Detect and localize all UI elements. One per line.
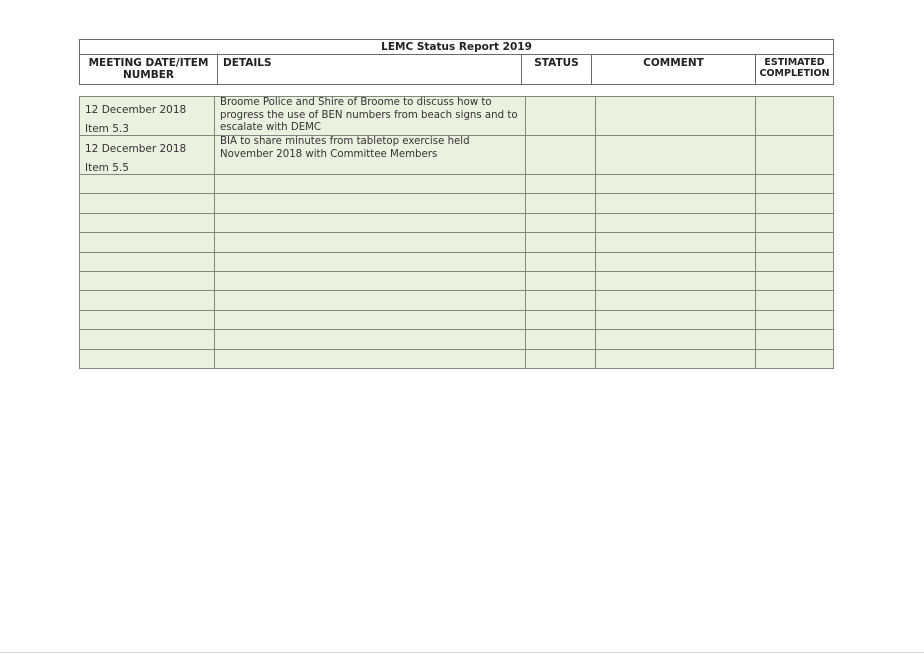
empty-cell — [214, 348, 526, 369]
comment-cell — [595, 135, 756, 175]
details-cell: BIA to share minutes from tabletop exerc… — [214, 135, 526, 175]
empty-cell — [755, 309, 834, 331]
item-number: Item 5.3 — [85, 123, 129, 135]
table-row: 12 December 2018 Item 5.3 Broome Police … — [79, 96, 834, 136]
table-row — [79, 348, 834, 369]
empty-cell — [525, 348, 596, 369]
header-comment: COMMENT — [591, 54, 756, 85]
empty-cell — [525, 251, 596, 272]
empty-cell — [755, 251, 834, 272]
empty-cell — [595, 251, 756, 272]
table-row — [79, 193, 834, 214]
empty-cell — [525, 212, 596, 234]
header-status: STATUS — [521, 54, 592, 85]
empty-cell — [214, 173, 526, 195]
empty-cell — [79, 329, 215, 350]
empty-cell — [214, 193, 526, 214]
empty-cell — [595, 290, 756, 311]
table-row — [79, 232, 834, 253]
report-title: LEMC Status Report 2019 — [78, 39, 835, 55]
table-row — [79, 290, 834, 311]
comment-cell — [595, 96, 756, 136]
report-body-table: 12 December 2018 Item 5.3 Broome Police … — [79, 96, 834, 369]
table-row — [79, 212, 834, 234]
empty-cell — [595, 193, 756, 214]
empty-cell — [595, 270, 756, 292]
empty-cell — [79, 309, 215, 331]
table-row — [79, 173, 834, 195]
estimated-completion-cell — [755, 135, 834, 175]
empty-cell — [755, 232, 834, 253]
empty-cell — [214, 270, 526, 292]
empty-cell — [525, 309, 596, 331]
table-row: 12 December 2018 Item 5.5 BIA to share m… — [79, 135, 834, 175]
empty-cell — [755, 173, 834, 195]
empty-cell — [595, 329, 756, 350]
estimated-completion-cell — [755, 96, 834, 136]
empty-cell — [755, 270, 834, 292]
empty-cell — [525, 329, 596, 350]
empty-cell — [79, 270, 215, 292]
report-header-table: LEMC Status Report 2019 MEETING DATE/ITE… — [78, 39, 835, 85]
empty-cell — [214, 232, 526, 253]
empty-cell — [755, 212, 834, 234]
header-estimated-completion: ESTIMATED COMPLETION — [754, 54, 835, 85]
meeting-date: 12 December 2018 — [85, 143, 187, 155]
empty-cell — [79, 173, 215, 195]
empty-cell — [79, 290, 215, 311]
document-page: LEMC Status Report 2019 MEETING DATE/ITE… — [0, 0, 924, 653]
empty-cell — [525, 290, 596, 311]
table-row — [79, 309, 834, 331]
status-cell — [525, 135, 596, 175]
empty-cell — [595, 232, 756, 253]
empty-cell — [595, 173, 756, 195]
empty-cell — [214, 251, 526, 272]
empty-cell — [755, 193, 834, 214]
empty-cell — [79, 348, 215, 369]
empty-cell — [79, 232, 215, 253]
status-cell — [525, 96, 596, 136]
empty-cell — [755, 329, 834, 350]
empty-cell — [525, 270, 596, 292]
empty-cell — [525, 173, 596, 195]
empty-cell — [214, 309, 526, 331]
empty-cell — [214, 290, 526, 311]
empty-cell — [79, 251, 215, 272]
empty-cell — [595, 212, 756, 234]
empty-cell — [525, 232, 596, 253]
empty-cell — [214, 212, 526, 234]
empty-cell — [755, 348, 834, 369]
table-row — [79, 251, 834, 272]
details-cell: Broome Police and Shire of Broome to dis… — [214, 96, 526, 136]
item-number: Item 5.5 — [85, 162, 129, 174]
table-row — [79, 329, 834, 350]
empty-cell — [595, 309, 756, 331]
empty-cell — [214, 329, 526, 350]
meeting-date-cell: 12 December 2018 Item 5.3 — [79, 96, 215, 136]
empty-cell — [525, 193, 596, 214]
empty-cell — [79, 212, 215, 234]
header-details: DETAILS — [217, 54, 522, 85]
table-row — [79, 270, 834, 292]
empty-cell — [595, 348, 756, 369]
empty-cell — [79, 193, 215, 214]
meeting-date: 12 December 2018 — [85, 104, 187, 116]
meeting-date-cell: 12 December 2018 Item 5.5 — [79, 135, 215, 175]
header-meeting-date: MEETING DATE/ITEM NUMBER — [79, 54, 218, 85]
empty-cell — [755, 290, 834, 311]
